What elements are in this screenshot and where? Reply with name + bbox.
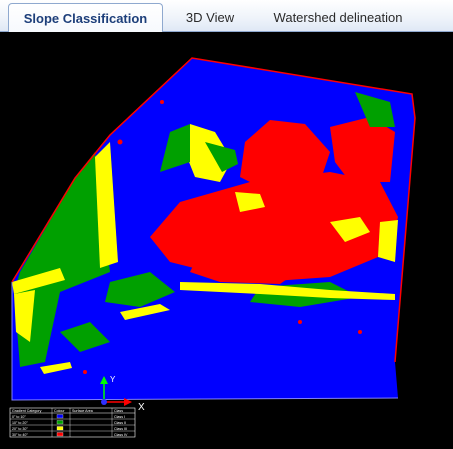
slope-class-medium-area xyxy=(14,152,110,292)
map-viewport[interactable]: Y X Gradient Category Colour Surface Are… xyxy=(0,32,453,449)
legend-row-class: Class IV xyxy=(114,433,128,437)
slope-legend-table: Gradient Category Colour Surface Area Cl… xyxy=(9,407,136,438)
x-axis-label: X xyxy=(138,402,145,413)
tab-slope-classification[interactable]: Slope Classification xyxy=(8,3,163,33)
tab-watershed-delineation[interactable]: Watershed delineation xyxy=(258,3,418,32)
legend-swatch-medium xyxy=(56,420,64,425)
legend-header-area: Surface Area xyxy=(72,409,93,413)
legend-header-class: Class xyxy=(114,409,123,413)
legend-row-category: 0° to 10° xyxy=(12,415,26,419)
legend-header-category: Gradient Category xyxy=(12,409,42,413)
legend-header-colour: Colour xyxy=(54,409,65,413)
legend-swatch-low xyxy=(56,414,64,419)
terrain-surface xyxy=(11,57,416,401)
legend-row-category: 10° to 20° xyxy=(12,421,28,425)
legend-swatch-very-high xyxy=(56,432,64,437)
legend-row-class: Class II xyxy=(114,421,126,425)
tab-bar: Slope Classification 3D View Watershed d… xyxy=(0,0,453,33)
y-axis-label: Y xyxy=(110,375,116,384)
tab-3d-view[interactable]: 3D View xyxy=(170,3,250,32)
legend-row-category: 20° to 30° xyxy=(12,427,28,431)
legend-row-class: Class I xyxy=(114,415,125,419)
slope-map-canvas[interactable]: Y X Gradient Category Colour Surface Are… xyxy=(0,32,453,449)
legend-row-class: Class III xyxy=(114,427,127,431)
legend-row-category: 30° to 40° xyxy=(12,433,28,437)
legend-swatch-high xyxy=(56,426,64,431)
